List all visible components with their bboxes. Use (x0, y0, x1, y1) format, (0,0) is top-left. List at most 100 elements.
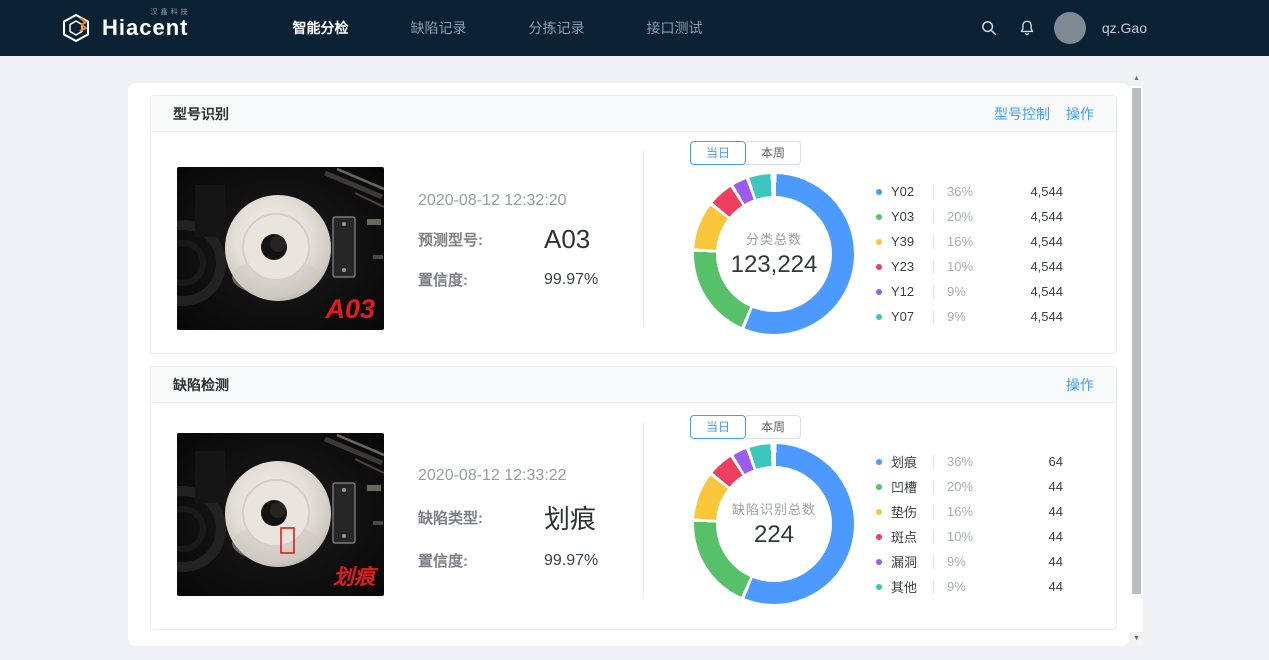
tab-today[interactable]: 当日 (690, 415, 746, 439)
legend-row[interactable]: 垫伤 16%44 (876, 499, 1063, 524)
tab-this-week[interactable]: 本周 (746, 141, 801, 165)
defect-type-value: 划痕 (544, 499, 596, 536)
predicted-model-row: 预测型号: A03 (418, 224, 633, 255)
nav-item-api-test[interactable]: 接口测试 (646, 18, 702, 38)
legend-separator (933, 260, 934, 274)
legend-name: 凹槽 (891, 477, 931, 496)
operation-link[interactable]: 操作 (1066, 104, 1094, 124)
legend-value: 44 (991, 579, 1063, 594)
user-name[interactable]: qz.Gao (1102, 20, 1147, 36)
donut-center-total: 224 (754, 521, 794, 549)
legend-value: 4,544 (991, 259, 1063, 274)
confidence-row: 置信度: 99.97% (418, 269, 633, 290)
chart-row: 分类总数 123,224 Y0236%4,544Y0320%4,544Y3916… (694, 174, 1063, 334)
donut-center-label: 分类总数 (746, 229, 802, 248)
tab-this-week[interactable]: 本周 (746, 415, 801, 439)
legend-dot-icon (876, 559, 882, 565)
brand-subtitle: 汉鑫科技 (150, 9, 190, 16)
legend-name: Y02 (891, 184, 931, 199)
svg-text:A03: A03 (324, 294, 375, 324)
legend-dot-icon (876, 584, 882, 590)
card-body: 划痕 2020-08-12 12:33:22 缺陷类型: 划痕 置信度: 99.… (151, 403, 1116, 629)
model-control-link[interactable]: 型号控制 (994, 104, 1050, 124)
legend-name: 其他 (891, 577, 931, 596)
brand-name: Hiacent 汉鑫科技 (102, 17, 188, 39)
scrollbar-up-arrow[interactable]: ▲ (1130, 72, 1143, 86)
legend-dot-icon (876, 189, 882, 195)
navbar: Hiacent 汉鑫科技 智能分检 缺陷记录 分拣记录 接口测试 qz.Gao (0, 0, 1269, 56)
operation-link[interactable]: 操作 (1066, 375, 1094, 395)
confidence-value: 99.97% (544, 271, 598, 289)
result-info: 2020-08-12 12:32:20 预测型号: A03 置信度: 99.97… (418, 192, 633, 353)
card-body: A03 2020-08-12 12:32:20 预测型号: A03 置信度: 9… (151, 132, 1116, 353)
inspection-image: 划痕 (177, 433, 384, 596)
legend-separator (933, 530, 934, 544)
legend-name: 漏洞 (891, 552, 931, 571)
card-title: 型号识别 (173, 104, 229, 124)
legend-name: Y39 (891, 234, 931, 249)
legend-name: Y03 (891, 209, 931, 224)
logo-icon (60, 12, 92, 44)
nav-item-smart-sorting[interactable]: 智能分检 (292, 18, 348, 38)
card-actions: 操作 (1066, 375, 1094, 395)
legend-row[interactable]: Y079%4,544 (876, 304, 1063, 329)
inspection-image: A03 (177, 167, 384, 330)
tab-today[interactable]: 当日 (690, 141, 746, 165)
legend-row[interactable]: Y129%4,544 (876, 279, 1063, 304)
timestamp: 2020-08-12 12:32:20 (418, 192, 633, 210)
classification-donut-chart[interactable]: 分类总数 123,224 (694, 174, 854, 334)
legend-value: 44 (991, 504, 1063, 519)
legend-dot-icon (876, 314, 882, 320)
predicted-model-label: 预测型号: (418, 229, 510, 250)
legend-value: 4,544 (991, 184, 1063, 199)
nav-item-sorting-records[interactable]: 分拣记录 (528, 18, 584, 38)
predicted-model-value: A03 (544, 224, 590, 255)
defect-type-label: 缺陷类型: (418, 507, 510, 528)
legend-percent: 36% (947, 184, 991, 199)
confidence-label: 置信度: (418, 269, 510, 290)
legend-separator (933, 185, 934, 199)
nav-item-defect-records[interactable]: 缺陷记录 (410, 18, 466, 38)
scrollbar-down-arrow[interactable]: ▼ (1130, 632, 1143, 646)
search-icon[interactable] (978, 17, 1000, 39)
legend-percent: 20% (947, 479, 991, 494)
brand-logo[interactable]: Hiacent 汉鑫科技 (60, 12, 188, 44)
legend-value: 4,544 (991, 234, 1063, 249)
legend-separator (933, 480, 934, 494)
legend-value: 4,544 (991, 309, 1063, 324)
legend-row[interactable]: 斑点10%44 (876, 524, 1063, 549)
user-avatar[interactable] (1054, 12, 1086, 44)
confidence-row: 置信度: 99.97% (418, 550, 633, 571)
legend-name: 垫伤 (891, 502, 931, 521)
card-actions: 型号控制 操作 (994, 104, 1094, 124)
page-scrollbar: ▲ ▼ (1130, 72, 1143, 646)
donut-center-total: 123,224 (731, 251, 818, 279)
period-tabs: 当日 本周 (690, 141, 801, 165)
confidence-label: 置信度: (418, 550, 510, 571)
legend-row[interactable]: Y02 36%4,544 (876, 179, 1063, 204)
legend-percent: 16% (947, 504, 991, 519)
legend-value: 44 (991, 554, 1063, 569)
legend-row[interactable]: Y0320%4,544 (876, 204, 1063, 229)
legend-row[interactable]: 划痕36%64 (876, 449, 1063, 474)
scrollbar-thumb[interactable] (1132, 88, 1141, 594)
page-content: 型号识别 型号控制 操作 (128, 83, 1130, 646)
legend-separator (933, 555, 934, 569)
legend-percent: 9% (947, 284, 991, 299)
legend-row[interactable]: Y2310%4,544 (876, 254, 1063, 279)
legend-percent: 16% (947, 234, 991, 249)
legend-percent: 9% (947, 579, 991, 594)
legend-row[interactable]: 其他 9%44 (876, 574, 1063, 599)
donut-center: 分类总数 123,224 (716, 196, 832, 312)
result-info: 2020-08-12 12:33:22 缺陷类型: 划痕 置信度: 99.97% (418, 467, 633, 629)
defect-donut-chart[interactable]: 缺陷识别总数 224 (694, 444, 854, 604)
legend-row[interactable]: 凹槽20%44 (876, 474, 1063, 499)
bell-icon[interactable] (1016, 17, 1038, 39)
legend-row[interactable]: Y39 16%4,544 (876, 229, 1063, 254)
legend-row[interactable]: 漏洞 9%44 (876, 549, 1063, 574)
legend-percent: 9% (947, 554, 991, 569)
legend-name: Y12 (891, 284, 931, 299)
legend-dot-icon (876, 459, 882, 465)
legend-percent: 10% (947, 529, 991, 544)
legend-dot-icon (876, 484, 882, 490)
